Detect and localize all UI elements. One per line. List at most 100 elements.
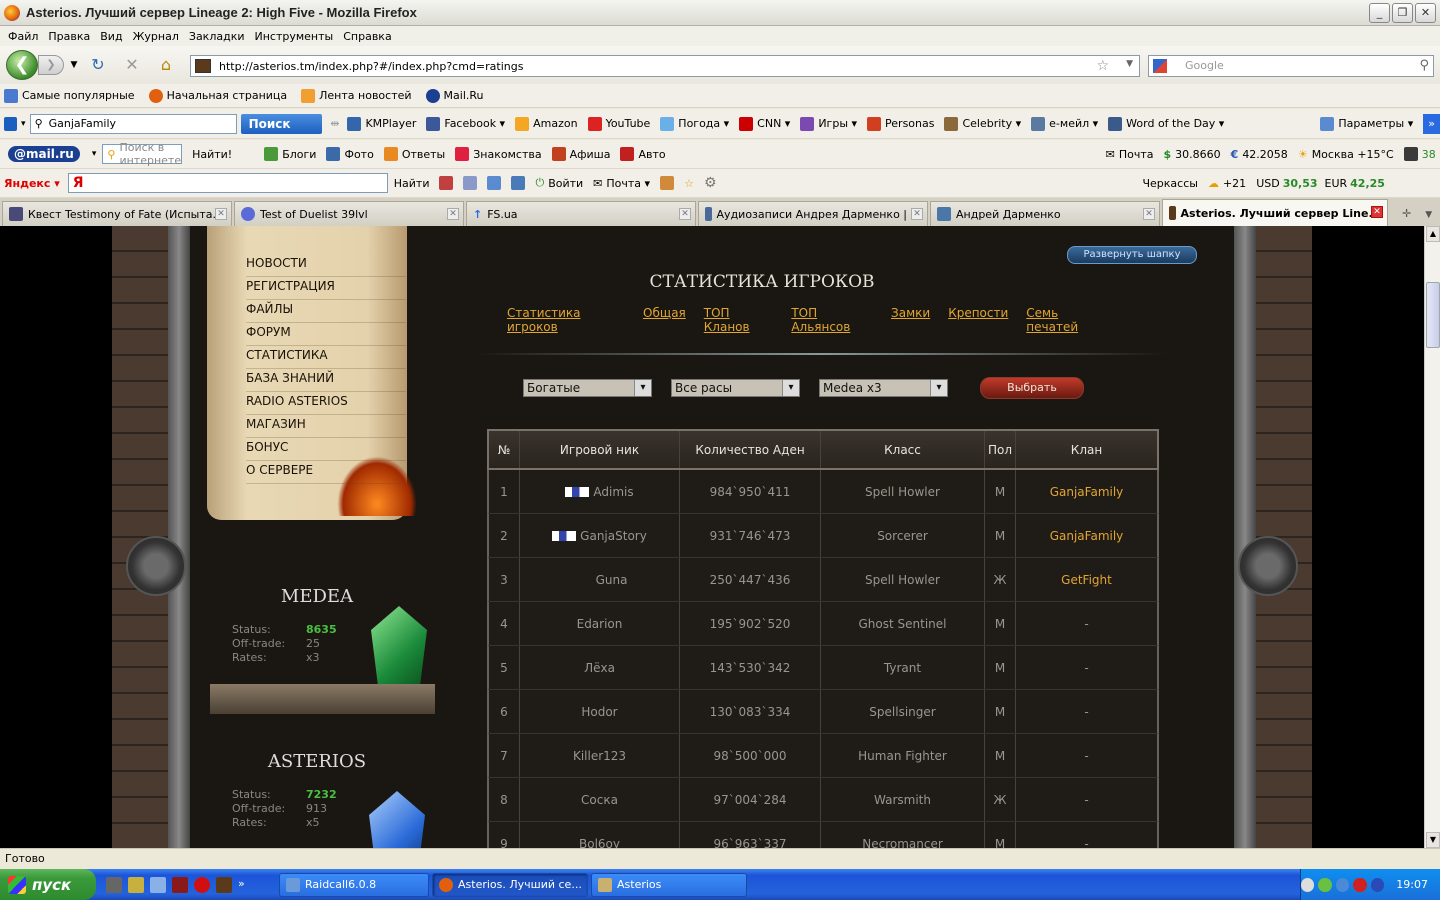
bookmark-start-page[interactable]: Начальная страница bbox=[148, 88, 287, 103]
race-select[interactable]: Все расы bbox=[671, 379, 800, 397]
menu-shop[interactable]: МАГАЗИН bbox=[246, 415, 406, 438]
tab-close-icon[interactable]: ✕ bbox=[911, 208, 923, 220]
dating-link[interactable]: Знакомства bbox=[455, 147, 542, 161]
menu-forum[interactable]: ФОРУМ bbox=[246, 323, 406, 346]
vertical-scrollbar[interactable]: ▲ ▼ bbox=[1424, 226, 1440, 848]
back-button[interactable]: ❮ bbox=[6, 50, 38, 80]
menu-statistics[interactable]: СТАТИСТИКА bbox=[246, 346, 406, 369]
cnn-link[interactable]: CNN ▾ bbox=[739, 116, 790, 131]
search-icon[interactable]: ⚲ bbox=[1419, 56, 1429, 76]
tab-close-icon[interactable]: ✕ bbox=[447, 208, 459, 220]
menu-tools[interactable]: Инструменты bbox=[253, 30, 342, 43]
yandex-logo[interactable]: Яндекс ▾ bbox=[4, 177, 60, 190]
quicklaunch-icon[interactable] bbox=[172, 876, 188, 893]
link-seven-signs[interactable]: Семь печатей bbox=[1026, 306, 1107, 334]
quicklaunch-icon[interactable] bbox=[216, 876, 232, 893]
mailru-mail-link[interactable]: ✉ Почта bbox=[1106, 148, 1154, 161]
bookmark-most-visited[interactable]: Самые популярные bbox=[4, 88, 135, 103]
yandex-find-button[interactable]: Найти bbox=[394, 177, 430, 190]
menu-registration[interactable]: РЕГИСТРАЦИЯ bbox=[246, 277, 406, 300]
quicklaunch-icon[interactable] bbox=[106, 876, 122, 893]
menu-knowledge-base[interactable]: БАЗА ЗНАНИЙ bbox=[246, 369, 406, 392]
tray-icon[interactable] bbox=[1335, 877, 1350, 892]
check-icon[interactable] bbox=[487, 176, 502, 190]
home-icon[interactable]: ⌂ bbox=[156, 55, 176, 75]
eur-rate[interactable]: €42.2058 bbox=[1231, 148, 1288, 161]
task-asterios[interactable]: Asterios bbox=[591, 872, 747, 897]
kmplayer-link[interactable]: KMPlayer bbox=[347, 116, 416, 131]
expand-header-button[interactable]: Развернуть шапку bbox=[1067, 246, 1197, 264]
new-tab-icon[interactable]: ✛ bbox=[1402, 207, 1411, 220]
scroll-thumb[interactable] bbox=[1426, 282, 1440, 348]
amazon-link[interactable]: Amazon bbox=[515, 116, 578, 131]
link-top-clans[interactable]: ТОП Кланов bbox=[704, 306, 774, 334]
blogs-link[interactable]: Блоги bbox=[264, 147, 316, 161]
email-link[interactable]: е-мейл ▾ bbox=[1031, 116, 1098, 131]
menu-file[interactable]: Файл bbox=[6, 30, 46, 43]
tab-duelist[interactable]: Test of Duelist 39lvl ✕ bbox=[234, 201, 464, 226]
scroll-down-icon[interactable]: ▼ bbox=[1426, 832, 1440, 848]
type-select[interactable]: Богатые bbox=[523, 379, 652, 397]
menu-history[interactable]: Журнал bbox=[131, 30, 187, 43]
quicklaunch-icon[interactable] bbox=[150, 876, 166, 893]
bookmark-star-icon[interactable]: ☆ bbox=[1096, 58, 1109, 74]
tray-icon[interactable] bbox=[1370, 877, 1385, 892]
page-icon[interactable] bbox=[511, 176, 526, 190]
cell-clan[interactable]: GanjaFamily bbox=[1016, 514, 1157, 557]
url-dropdown-icon[interactable]: ▼ bbox=[1126, 59, 1133, 69]
yandex-weather[interactable]: ☁ +21 bbox=[1208, 177, 1246, 190]
games-link[interactable]: Игры ▾ bbox=[800, 116, 857, 131]
auto-link[interactable]: Авто bbox=[620, 147, 666, 161]
tab-close-icon[interactable]: ✕ bbox=[1143, 208, 1155, 220]
maximize-button[interactable]: ❐ bbox=[1392, 3, 1413, 23]
history-dropdown-icon[interactable]: ▼ bbox=[64, 55, 84, 75]
tab-asterios[interactable]: Asterios. Лучший сервер Line... ✕ bbox=[1162, 199, 1388, 226]
yandex-rates[interactable]: USD 30,53 EUR 42,25 bbox=[1256, 177, 1385, 190]
pen-icon[interactable] bbox=[439, 176, 454, 190]
quicklaunch-icon[interactable] bbox=[128, 876, 144, 893]
tab-close-icon[interactable]: ✕ bbox=[215, 208, 227, 220]
tray-icon[interactable] bbox=[1318, 877, 1332, 892]
menu-view[interactable]: Вид bbox=[98, 30, 130, 43]
start-button[interactable]: пуск bbox=[0, 869, 96, 900]
tab-vk[interactable]: Андрей Дарменко ✕ bbox=[930, 201, 1160, 226]
tab-list-icon[interactable]: ▼ bbox=[1425, 210, 1432, 220]
menu-radio[interactable]: RADIO ASTERIOS bbox=[246, 392, 406, 415]
select-button[interactable]: Выбрать bbox=[980, 377, 1084, 399]
stop-icon[interactable]: ✕ bbox=[122, 55, 142, 75]
search-input[interactable]: Google ⚲ bbox=[1148, 55, 1434, 77]
scroll-up-icon[interactable]: ▲ bbox=[1426, 226, 1440, 242]
youtube-link[interactable]: YouTube bbox=[587, 116, 650, 131]
celebrity-link[interactable]: Celebrity ▾ bbox=[944, 116, 1021, 131]
comment-icon[interactable] bbox=[463, 176, 478, 190]
tab-audio[interactable]: Аудиозаписи Андрея Дарменко | ... ✕ bbox=[698, 201, 928, 226]
mailru-logo[interactable]: @mail.ru bbox=[8, 146, 80, 162]
afisha-link[interactable]: Афиша bbox=[551, 147, 610, 161]
weather-widget[interactable]: ☀ Москва +15°C bbox=[1298, 148, 1394, 161]
menu-help[interactable]: Справка bbox=[341, 30, 399, 43]
minimize-button[interactable]: _ bbox=[1369, 3, 1390, 23]
bookmark-news-feed[interactable]: Лента новостей bbox=[301, 88, 412, 103]
task-firefox[interactable]: Asterios. Лучший се... bbox=[432, 872, 588, 897]
bookmark-mailru[interactable]: Mail.Ru bbox=[425, 88, 484, 103]
photo-link[interactable]: Фото bbox=[326, 147, 374, 161]
toolbar-params[interactable]: Параметры ▾ bbox=[1320, 116, 1413, 131]
link-player-stats[interactable]: Статистика игроков bbox=[507, 306, 625, 334]
star-icon[interactable]: ☆ bbox=[684, 177, 694, 190]
quicklaunch-more-icon[interactable]: » bbox=[238, 877, 245, 893]
link-fortresses[interactable]: Крепости bbox=[948, 306, 1008, 334]
link-top-alliances[interactable]: ТОП Альянсов bbox=[791, 306, 873, 334]
weather-link[interactable]: Погода ▾ bbox=[660, 116, 729, 131]
yandex-mail-link[interactable]: ✉ Почта ▾ bbox=[593, 177, 650, 190]
task-raidcall[interactable]: Raidcall6.0.8 bbox=[279, 872, 429, 897]
menu-bonus[interactable]: БОНУС bbox=[246, 438, 406, 461]
link-general[interactable]: Общая bbox=[643, 306, 686, 334]
mailru-menu-icon[interactable]: ▾ bbox=[92, 149, 97, 159]
tab-quest[interactable]: Квест Testimony of Fate (Испыта... ✕ bbox=[2, 201, 232, 226]
toolbar-menu-icon[interactable]: ▾ bbox=[21, 119, 26, 129]
tray-arrow-icon[interactable] bbox=[1301, 877, 1315, 892]
cell-clan[interactable]: GetFight bbox=[1016, 558, 1157, 601]
tray-icon[interactable] bbox=[1353, 877, 1367, 892]
yandex-login-button[interactable]: ⏻ Войти bbox=[535, 176, 583, 190]
opera-icon[interactable] bbox=[194, 876, 210, 893]
